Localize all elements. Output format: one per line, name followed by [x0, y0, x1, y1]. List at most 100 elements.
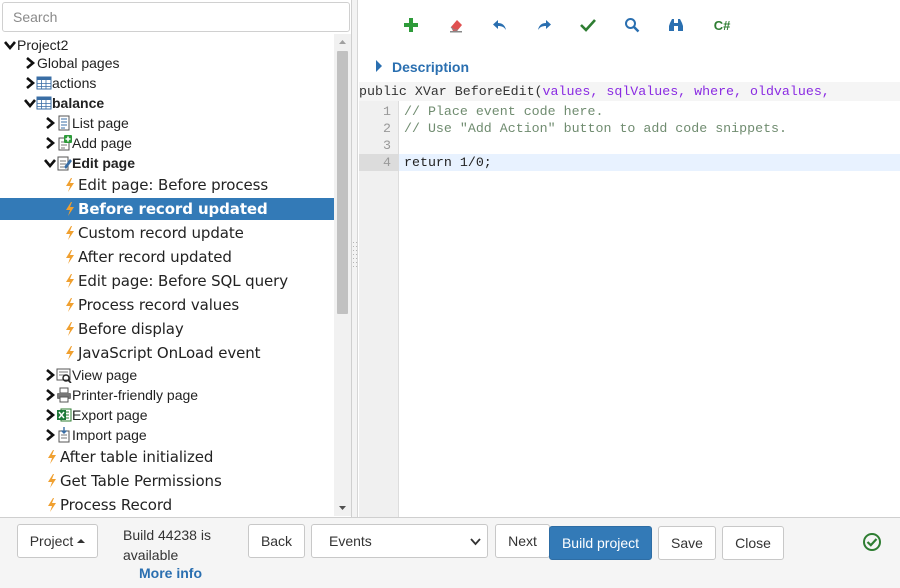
event-icon — [48, 498, 56, 512]
table-icon-wrap — [36, 95, 52, 111]
tree-item[interactable]: List page — [0, 112, 334, 134]
chevron-right-icon[interactable] — [44, 424, 56, 446]
printer-icon — [57, 387, 71, 403]
chevron-right-icon[interactable] — [44, 112, 56, 134]
scroll-up-arrow-icon[interactable] — [334, 34, 351, 51]
page-select[interactable]: Events — [311, 524, 488, 558]
event-icon — [66, 346, 74, 360]
tree-item[interactable]: Edit page: Before SQL query — [0, 270, 334, 292]
redo-button[interactable] — [531, 12, 557, 38]
tree-item[interactable]: actions — [0, 72, 334, 94]
tree-item[interactable]: Process record values — [0, 294, 334, 316]
tree-scrollbar[interactable] — [334, 34, 351, 516]
tree-item[interactable]: Export page — [0, 404, 334, 426]
tree-item[interactable]: Process Record — [0, 494, 334, 516]
chevron-down-icon[interactable] — [44, 152, 56, 174]
tree-item[interactable]: balance — [0, 92, 334, 114]
event-icon — [48, 474, 56, 488]
chevron-down-icon[interactable] — [24, 92, 36, 114]
tree-item-label: Export page — [72, 407, 148, 423]
close-button[interactable]: Close — [722, 526, 784, 560]
tree-item-label: After record updated — [78, 248, 232, 266]
event-icon — [66, 298, 74, 312]
page-select-value: Events — [329, 533, 372, 549]
tree-item-label: Import page — [72, 427, 147, 443]
chevron-right-icon[interactable] — [44, 404, 56, 426]
code-editor[interactable]: 1 // Place event code here. 2 // Use "Add A… — [359, 101, 900, 517]
panel-splitter[interactable] — [352, 0, 358, 517]
tree-item[interactable]: Edit page: Before process — [0, 174, 334, 196]
tree-item[interactable]: Custom record update — [0, 222, 334, 244]
tree-item[interactable]: Printer-friendly page — [0, 384, 334, 406]
tree-item[interactable]: Before record updated — [0, 198, 334, 220]
tree-item[interactable]: View page — [0, 364, 334, 386]
tree-item[interactable]: Edit page — [0, 152, 334, 174]
excel-icon-wrap — [56, 407, 72, 423]
back-button[interactable]: Back — [248, 524, 305, 558]
tree-item[interactable]: After record updated — [0, 246, 334, 268]
code-line[interactable]: 2 // Use "Add Action" button to add code … — [359, 120, 900, 137]
tree-item-label: Edit page: Before process — [78, 176, 269, 194]
tree-item-label: Process record values — [78, 296, 240, 314]
next-button[interactable]: Next — [495, 524, 550, 558]
tree-item-label: Before display — [78, 320, 184, 338]
save-button[interactable]: Save — [658, 526, 716, 560]
undo-button[interactable] — [487, 12, 513, 38]
line-number: 3 — [383, 138, 391, 153]
check-syntax-button[interactable] — [575, 12, 601, 38]
chevron-right-icon[interactable] — [24, 72, 36, 94]
search-input[interactable] — [2, 2, 350, 32]
chevron-right-icon[interactable] — [44, 384, 56, 406]
code-line[interactable]: 3 — [359, 137, 900, 154]
tree-item[interactable]: Import page — [0, 424, 334, 446]
tree-item[interactable]: Global pages — [0, 52, 334, 74]
redo-icon — [538, 20, 551, 30]
more-info-link[interactable]: More info — [139, 565, 202, 581]
add-page-icon-wrap — [56, 135, 72, 151]
line-number: 2 — [383, 121, 391, 136]
code-line[interactable]: 4 return 1/0; — [359, 154, 900, 171]
chevron-right-icon[interactable] — [24, 52, 36, 74]
project-menu-button[interactable]: Project — [17, 524, 98, 558]
line-number: 4 — [359, 154, 399, 171]
csharp-button[interactable]: C# — [709, 12, 735, 38]
tree-item[interactable]: Before display — [0, 318, 334, 340]
tree-item[interactable]: Add page — [0, 132, 334, 154]
tree-item-label: Add page — [72, 135, 132, 151]
event-icon-wrap — [62, 249, 78, 265]
tree-item-label: JavaScript OnLoad event — [78, 344, 261, 362]
table-icon — [36, 76, 52, 90]
erase-button[interactable] — [443, 12, 469, 38]
footer-bar: Project Build 44238 is available More in… — [0, 517, 900, 588]
event-icon-wrap — [62, 273, 78, 289]
chevron-right-icon[interactable] — [44, 364, 56, 386]
chevron-right-icon — [376, 60, 382, 72]
build-project-button[interactable]: Build project — [549, 526, 652, 560]
signature-params: values, sqlValues, where, oldvalues, — [542, 84, 830, 99]
tree-item[interactable]: Get Table Permissions — [0, 470, 334, 492]
scroll-down-arrow-icon[interactable] — [334, 499, 351, 516]
add-action-button[interactable] — [398, 12, 424, 38]
find-replace-button[interactable] — [663, 12, 689, 38]
splitter-grip-icon[interactable] — [353, 242, 357, 272]
event-icon-wrap — [62, 345, 78, 361]
plus-icon — [404, 18, 418, 32]
build-notice-line1: Build 44238 is — [123, 527, 211, 543]
tree-item[interactable]: JavaScript OnLoad event — [0, 342, 334, 364]
line-code: // Use "Add Action" button to add code s… — [404, 121, 788, 136]
tree-item-label: List page — [72, 115, 129, 131]
chevron-right-icon[interactable] — [44, 132, 56, 154]
event-icon — [66, 274, 74, 288]
tree-item[interactable]: After table initialized — [0, 446, 334, 468]
event-icon-wrap — [62, 201, 78, 217]
import-icon — [58, 427, 70, 443]
search-button[interactable] — [619, 12, 645, 38]
event-icon — [48, 450, 56, 464]
edit-page-icon — [57, 156, 72, 171]
function-signature: public XVar BeforeEdit(values, sqlValues… — [359, 82, 900, 101]
scroll-thumb[interactable] — [337, 51, 348, 314]
list-page-icon — [58, 115, 70, 131]
event-icon — [66, 178, 74, 192]
edit-page-icon-wrap — [56, 155, 72, 171]
code-line[interactable]: 1 // Place event code here. — [359, 103, 900, 120]
